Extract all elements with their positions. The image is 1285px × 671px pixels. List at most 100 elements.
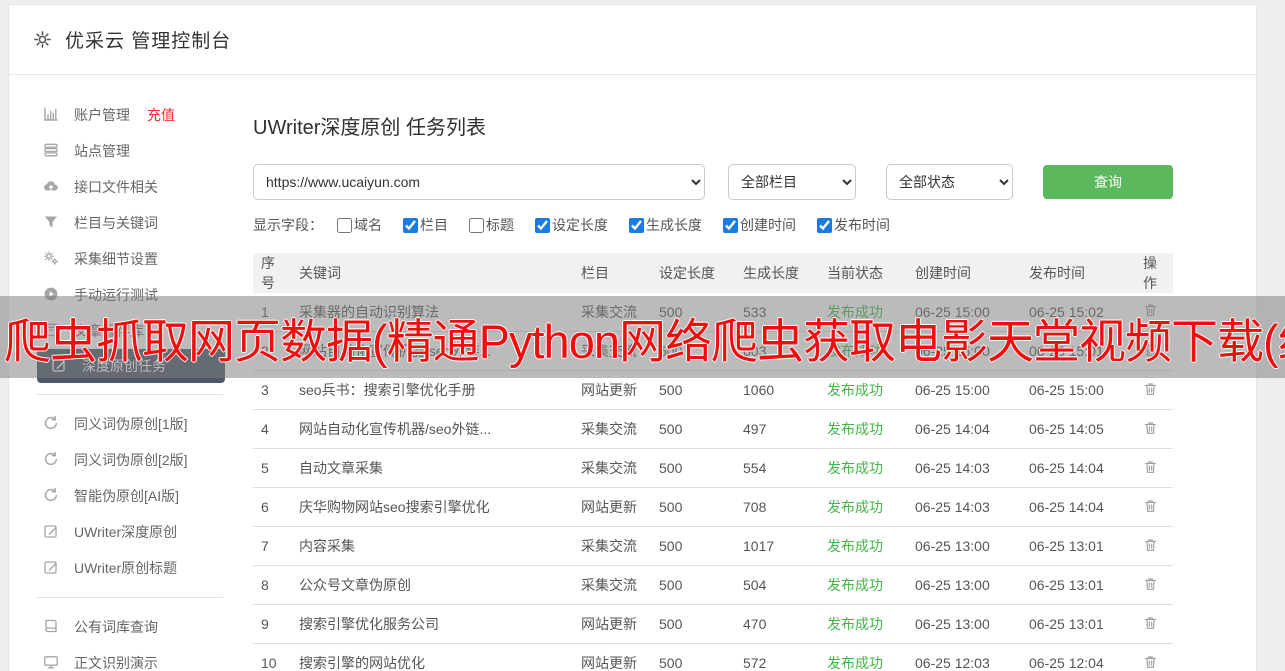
sidebar-item-synonym-v1[interactable]: 同义词伪原创[1版] — [9, 406, 251, 442]
field-checkbox-标题[interactable]: 标题 — [469, 215, 514, 235]
sidebar-item-collect-settings[interactable]: 采集细节设置 — [9, 241, 251, 277]
trash-icon[interactable] — [1143, 420, 1158, 439]
sidebar-item-label: 同义词伪原创[2版] — [74, 450, 188, 470]
cell-actions — [1135, 605, 1173, 644]
field-checkbox-设定长度[interactable]: 设定长度 — [535, 215, 608, 235]
cell-column: 采集交流 — [573, 566, 651, 605]
sidebar-item-interface-files[interactable]: 接口文件相关 — [9, 169, 251, 205]
sidebar-item-columns-keywords[interactable]: 栏目与关键词 — [9, 205, 251, 241]
checkbox[interactable] — [337, 218, 352, 233]
cloud-upload-icon — [43, 178, 59, 197]
cell-column: 采集交流 — [573, 527, 651, 566]
checkbox[interactable] — [723, 218, 738, 233]
field-checkbox-生成长度[interactable]: 生成长度 — [629, 215, 702, 235]
sidebar-item-account[interactable]: 账户管理 充值 — [9, 97, 251, 133]
trash-icon[interactable] — [1143, 576, 1158, 595]
cell-actions — [1135, 488, 1173, 527]
checkbox[interactable] — [629, 218, 644, 233]
field-checkbox-发布时间[interactable]: 发布时间 — [817, 215, 890, 235]
cell-keyword: 搜索引擎优化服务公司 — [291, 605, 573, 644]
trash-icon[interactable] — [1143, 498, 1158, 517]
refresh-icon — [43, 415, 59, 434]
edit-icon — [43, 523, 59, 542]
trash-icon[interactable] — [1143, 654, 1158, 671]
sidebar-item-uwriter-deep[interactable]: UWriter深度原创 — [9, 514, 251, 550]
table-row: 8 公众号文章伪原创 采集交流 500 504 发布成功 06-25 13:00… — [253, 566, 1173, 605]
cell-keyword: 公众号文章伪原创 — [291, 566, 573, 605]
cell-gen-length: 1017 — [735, 527, 819, 566]
cell-set-length: 500 — [651, 449, 735, 488]
cell-set-length: 500 — [651, 527, 735, 566]
cell-published: 06-25 12:04 — [1021, 644, 1135, 671]
overlay-banner-text: 爬虫抓取网页数据(精通Python网络爬虫获取电影天堂视频下载(组 — [0, 303, 1285, 372]
cell-status: 发布成功 — [819, 527, 907, 566]
cell-published: 06-25 13:01 — [1021, 566, 1135, 605]
table-row: 5 自动文章采集 采集交流 500 554 发布成功 06-25 14:03 0… — [253, 449, 1173, 488]
gears-icon — [43, 250, 59, 269]
sidebar-divider — [37, 597, 223, 598]
field-checkbox-label: 栏目 — [420, 215, 448, 235]
cell-set-length: 500 — [651, 605, 735, 644]
checkbox[interactable] — [403, 218, 418, 233]
table-row: 10 搜索引擎的网站优化 网站更新 500 572 发布成功 06-25 12:… — [253, 644, 1173, 671]
cell-set-length: 500 — [651, 566, 735, 605]
sidebar-item-label: 采集细节设置 — [74, 249, 158, 269]
site-select[interactable]: https://www.ucaiyun.com — [253, 164, 705, 200]
cell-column: 采集交流 — [573, 449, 651, 488]
sidebar-item-uwriter-title[interactable]: UWriter原创标题 — [9, 550, 251, 586]
sidebar-item-public-lexicon[interactable]: 公有词库查询 — [9, 609, 251, 645]
cell-index: 8 — [253, 566, 291, 605]
sidebar-item-body-recognition[interactable]: 正文识别演示 — [9, 645, 251, 671]
checkbox[interactable] — [817, 218, 832, 233]
col-column: 栏目 — [573, 253, 651, 293]
table-row: 9 搜索引擎优化服务公司 网站更新 500 470 发布成功 06-25 13:… — [253, 605, 1173, 644]
cell-created: 06-25 14:04 — [907, 410, 1021, 449]
field-checkbox-创建时间[interactable]: 创建时间 — [723, 215, 796, 235]
field-checkbox-域名[interactable]: 域名 — [337, 215, 382, 235]
table-header-row: 序号 关键词 栏目 设定长度 生成长度 当前状态 创建时间 发布时间 操作 — [253, 253, 1173, 293]
status-select[interactable]: 全部状态 — [886, 164, 1013, 200]
cell-created: 06-25 13:00 — [907, 566, 1021, 605]
search-button[interactable]: 查询 — [1043, 165, 1173, 199]
cell-gen-length: 554 — [735, 449, 819, 488]
app-header: 优采云 管理控制台 — [9, 5, 1256, 75]
cell-column: 网站更新 — [573, 644, 651, 671]
cell-index: 4 — [253, 410, 291, 449]
field-checkbox-label: 设定长度 — [552, 215, 608, 235]
field-checkbox-label: 域名 — [354, 215, 382, 235]
trash-icon[interactable] — [1143, 381, 1158, 400]
sidebar-item-label: UWriter原创标题 — [74, 558, 177, 578]
column-select[interactable]: 全部栏目 — [728, 164, 856, 200]
display-fields-label: 显示字段： — [253, 215, 323, 235]
col-created: 创建时间 — [907, 253, 1021, 293]
cell-index: 7 — [253, 527, 291, 566]
trash-icon[interactable] — [1143, 615, 1158, 634]
app-title: 优采云 管理控制台 — [65, 26, 231, 53]
trash-icon[interactable] — [1143, 459, 1158, 478]
cell-gen-length: 572 — [735, 644, 819, 671]
overlay-banner: 爬虫抓取网页数据(精通Python网络爬虫获取电影天堂视频下载(组 — [0, 296, 1285, 378]
table-row: 7 内容采集 采集交流 500 1017 发布成功 06-25 13:00 06… — [253, 527, 1173, 566]
recharge-badge[interactable]: 充值 — [147, 105, 175, 125]
field-checkbox-label: 标题 — [486, 215, 514, 235]
cell-set-length: 500 — [651, 644, 735, 671]
col-published: 发布时间 — [1021, 253, 1135, 293]
refresh-icon — [43, 487, 59, 506]
cell-actions — [1135, 410, 1173, 449]
filter-bar: https://www.ucaiyun.com 全部栏目 全部状态 查询 — [253, 164, 1256, 200]
cell-status: 发布成功 — [819, 410, 907, 449]
col-gen-length: 生成长度 — [735, 253, 819, 293]
checkbox[interactable] — [535, 218, 550, 233]
sidebar-item-sites[interactable]: 站点管理 — [9, 133, 251, 169]
cell-set-length: 500 — [651, 488, 735, 527]
cell-status: 发布成功 — [819, 488, 907, 527]
checkbox[interactable] — [469, 218, 484, 233]
sidebar-item-synonym-v2[interactable]: 同义词伪原创[2版] — [9, 442, 251, 478]
bar-chart-icon — [43, 106, 59, 125]
trash-icon[interactable] — [1143, 537, 1158, 556]
sidebar-item-ai-rewrite[interactable]: 智能伪原创[AI版] — [9, 478, 251, 514]
cell-published: 06-25 14:04 — [1021, 488, 1135, 527]
field-checkbox-栏目[interactable]: 栏目 — [403, 215, 448, 235]
sidebar-item-label: UWriter深度原创 — [74, 522, 177, 542]
cell-gen-length: 504 — [735, 566, 819, 605]
